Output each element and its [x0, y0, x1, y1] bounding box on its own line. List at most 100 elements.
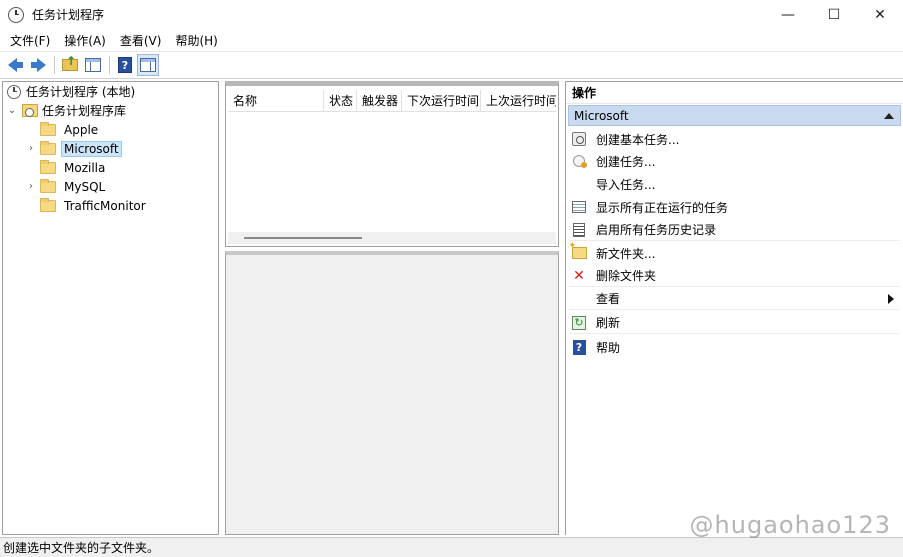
column-header-trigger[interactable]: 触发器 [357, 90, 402, 112]
chevron-down-icon[interactable]: ⌄ [7, 105, 17, 116]
new-folder-icon [569, 241, 587, 261]
import-task-icon [571, 176, 587, 192]
tree-folder-apple[interactable]: Apple [40, 120, 101, 139]
action-new-folder[interactable]: 新文件夹... [569, 241, 900, 264]
toolbar-separator [54, 56, 55, 74]
help-icon: ? [571, 339, 587, 355]
folder-icon [40, 121, 56, 136]
tree-folder-label: MySQL [64, 179, 106, 194]
close-button[interactable]: ✕ [857, 0, 903, 29]
toolbar: ? [0, 51, 903, 79]
running-tasks-icon [571, 199, 587, 215]
folder-icon [40, 140, 56, 155]
help-toolbar-button[interactable]: ? [114, 54, 136, 76]
forward-button[interactable] [27, 54, 49, 76]
action-delete-folder[interactable]: ✕ 删除文件夹 [569, 265, 900, 287]
up-folder-icon [62, 54, 78, 71]
folder-icon [40, 159, 56, 174]
help-icon: ? [118, 57, 132, 73]
action-label: 启用所有任务历史记录 [596, 223, 717, 237]
up-folder-button[interactable] [59, 54, 81, 76]
horizontal-scrollbar[interactable] [228, 232, 556, 244]
clock-icon [7, 84, 21, 99]
tree-folder-mysql[interactable]: › MySQL [26, 177, 108, 196]
status-bar: 创建选中文件夹的子文件夹。 [0, 537, 903, 557]
console-tree: 任务计划程序 (本地) ⌄ 任务计划程序库 Apple › Microsoft … [2, 81, 219, 535]
show-hide-action-pane-button[interactable] [137, 54, 159, 76]
menu-action[interactable]: 操作(A) [57, 32, 113, 49]
action-help[interactable]: ? 帮助 [569, 336, 900, 358]
folder-icon [40, 178, 56, 193]
action-create-task[interactable]: 创建任务... [569, 150, 900, 172]
tree-folder-microsoft[interactable]: › Microsoft [26, 139, 122, 158]
create-task-icon [571, 153, 587, 169]
title-bar: 任务计划程序 — ☐ ✕ [0, 0, 903, 29]
actions-section-title: Microsoft [574, 109, 629, 123]
tree-folder-mozilla[interactable]: Mozilla [40, 158, 108, 177]
task-library-icon [22, 104, 38, 117]
action-label: 创建任务... [596, 154, 656, 169]
actions-pane-title: 操作 [566, 82, 903, 104]
task-details-pane [225, 251, 559, 535]
action-enable-task-history[interactable]: 启用所有任务历史记录 [569, 219, 900, 241]
toolbar-separator [109, 56, 110, 74]
refresh-icon: ↻ [571, 315, 587, 331]
tree-library[interactable]: ⌄ 任务计划程序库 [7, 101, 126, 120]
maximize-button[interactable]: ☐ [811, 0, 857, 29]
action-label: 查看 [596, 292, 621, 306]
window-controls: — ☐ ✕ [765, 0, 903, 29]
action-refresh[interactable]: ↻ 刷新 [569, 312, 900, 334]
action-label: 导入任务... [596, 177, 656, 192]
menu-help[interactable]: 帮助(H) [168, 32, 224, 49]
task-scheduler-app-icon [8, 6, 24, 23]
tree-root[interactable]: 任务计划程序 (本地) [7, 82, 135, 101]
column-header-name[interactable]: 名称 [228, 90, 324, 112]
menu-view[interactable]: 查看(V) [113, 32, 169, 49]
column-header-status[interactable]: 状态 [324, 90, 357, 112]
scrollbar-thumb[interactable] [244, 237, 362, 239]
back-button[interactable] [4, 54, 26, 76]
status-text: 创建选中文件夹的子文件夹。 [3, 541, 160, 555]
back-icon [7, 58, 23, 72]
action-label: 帮助 [596, 340, 621, 355]
menu-file[interactable]: 文件(F) [3, 32, 57, 49]
chevron-right-icon[interactable]: › [26, 143, 36, 154]
column-header-last-run[interactable]: 上次运行时间 [481, 90, 556, 112]
view-icon [571, 291, 587, 307]
console-tree-icon [85, 58, 101, 72]
tree-root-label: 任务计划程序 (本地) [26, 85, 136, 99]
delete-icon: ✕ [573, 267, 585, 284]
column-header-next-run[interactable]: 下次运行时间 [402, 90, 481, 112]
folder-icon [40, 197, 56, 212]
task-history-icon [571, 222, 587, 238]
window-title: 任务计划程序 [32, 8, 105, 22]
action-label: 刷新 [596, 316, 621, 330]
action-label: 新文件夹... [596, 246, 656, 261]
task-list: 名称 状态 触发器 下次运行时间 上次运行时间 [225, 81, 559, 247]
tree-folder-label: TrafficMonitor [64, 198, 146, 213]
create-basic-task-icon [571, 131, 587, 147]
action-pane-icon [140, 58, 156, 72]
action-create-basic-task[interactable]: 创建基本任务... [569, 128, 900, 150]
action-label: 创建基本任务... [596, 132, 680, 147]
tree-folder-label: Apple [64, 122, 99, 137]
show-hide-console-tree-button[interactable] [82, 54, 104, 76]
action-import-task[interactable]: 导入任务... [569, 173, 900, 195]
menu-bar: 文件(F) 操作(A) 查看(V) 帮助(H) [0, 29, 903, 51]
actions-section-header[interactable]: Microsoft [568, 105, 901, 126]
watermark-text: @hugaohao123 [689, 511, 891, 539]
submenu-arrow-icon [888, 294, 894, 304]
minimize-button[interactable]: — [765, 0, 811, 29]
action-view[interactable]: 查看 [569, 288, 900, 310]
tree-folder-trafficmonitor[interactable]: TrafficMonitor [40, 196, 149, 215]
action-label: 删除文件夹 [596, 269, 657, 283]
tree-folder-label: Microsoft [61, 140, 122, 157]
actions-pane: 操作 Microsoft 创建基本任务... 创建任务... 导入任务... 显… [565, 81, 903, 535]
chevron-right-icon[interactable]: › [26, 181, 36, 192]
task-list-header: 名称 状态 触发器 下次运行时间 上次运行时间 [228, 90, 556, 112]
action-label: 显示所有正在运行的任务 [596, 200, 729, 215]
forward-icon [30, 58, 46, 72]
action-display-running-tasks[interactable]: 显示所有正在运行的任务 [569, 196, 900, 218]
collapse-arrow-icon[interactable] [884, 113, 894, 119]
tree-library-label: 任务计划程序库 [42, 104, 127, 118]
